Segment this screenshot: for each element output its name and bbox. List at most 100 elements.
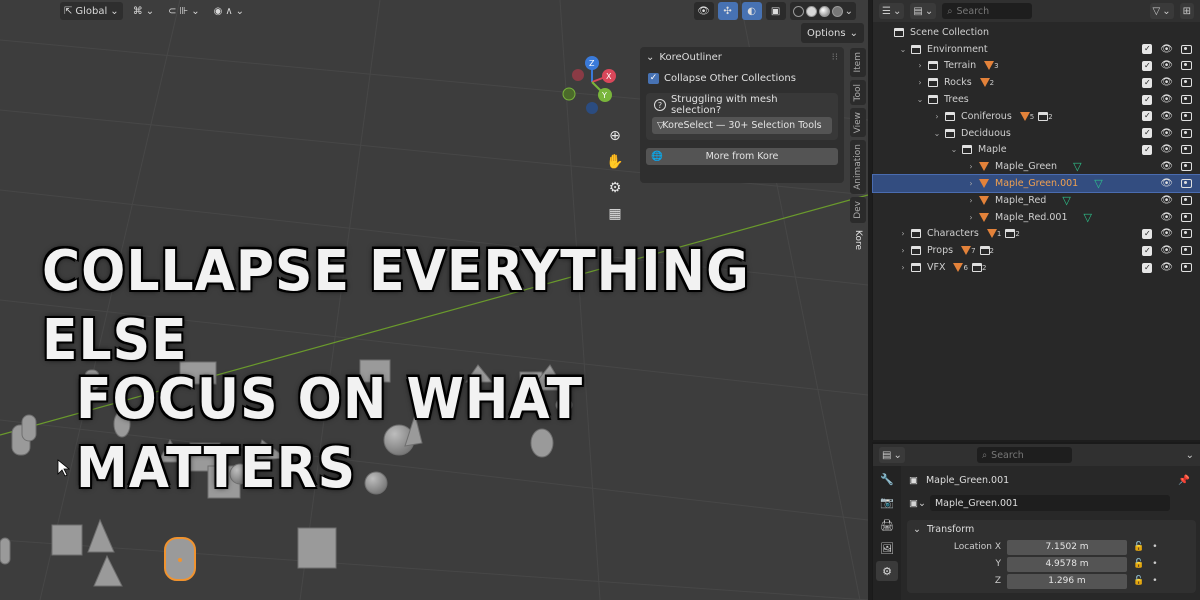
object-name-field[interactable]: Maple_Green.001 bbox=[929, 495, 1170, 511]
grid-icon[interactable]: ▦ bbox=[604, 203, 626, 225]
outliner-object-row[interactable]: › Maple_Red.001 ▽ 👁 bbox=[873, 209, 1200, 226]
outliner-collection-row[interactable]: Scene Collection bbox=[873, 24, 1200, 41]
expand-closed-icon[interactable]: › bbox=[966, 179, 976, 188]
mesh-data-icon[interactable]: ▽ bbox=[1073, 160, 1081, 173]
collapse-other-collections-checkbox[interactable]: ✓ Collapse Other Collections bbox=[640, 67, 844, 89]
eye-icon[interactable]: 👁 bbox=[1160, 77, 1173, 88]
koreselect-button[interactable]: ▽ KoreSelect — 30+ Selection Tools bbox=[652, 117, 832, 134]
exclude-checkbox[interactable]: ✓ bbox=[1142, 262, 1153, 273]
camera-icon[interactable] bbox=[1181, 162, 1192, 172]
output-icon[interactable]: 🖨 bbox=[876, 515, 898, 535]
mesh-data-icon[interactable]: ▽ bbox=[1062, 194, 1070, 207]
editor-type-dropdown[interactable]: ▤ ⌄ bbox=[879, 447, 905, 463]
eye-icon[interactable]: 👁 bbox=[1160, 161, 1173, 172]
eye-icon[interactable]: 👁 bbox=[1160, 128, 1173, 139]
camera-icon[interactable] bbox=[1181, 246, 1192, 256]
expand-closed-icon[interactable]: › bbox=[898, 246, 908, 255]
overlays-toggle[interactable]: ◐ bbox=[741, 2, 762, 20]
transform-panel-header[interactable]: ⌄ Transform bbox=[907, 520, 1196, 538]
camera-icon[interactable] bbox=[1181, 195, 1192, 205]
tab-animation[interactable]: Animation bbox=[850, 140, 866, 195]
mesh-data-icon[interactable]: ▽ bbox=[1094, 177, 1102, 190]
rendered-shading-icon[interactable] bbox=[831, 5, 843, 17]
eye-icon[interactable]: 👁 bbox=[1160, 94, 1173, 105]
expand-closed-icon[interactable]: › bbox=[898, 263, 908, 272]
expand-open-icon[interactable]: ⌄ bbox=[915, 95, 925, 104]
unlock-icon[interactable]: 🔓 bbox=[1133, 559, 1144, 569]
collection-count-badge[interactable]: 2 bbox=[979, 246, 994, 256]
outliner-collection-row[interactable]: › Coniferous 5 2 ✓ 👁 bbox=[873, 108, 1200, 125]
keyframe-dot-icon[interactable]: • bbox=[1152, 542, 1157, 552]
collection-count-badge[interactable]: 2 bbox=[971, 263, 986, 273]
eye-icon[interactable]: 👁 bbox=[1160, 262, 1173, 273]
eye-icon[interactable]: 👁 bbox=[1160, 178, 1173, 189]
zoom-icon[interactable]: ⊕ bbox=[604, 125, 626, 147]
unlock-icon[interactable]: 🔓 bbox=[1133, 576, 1144, 586]
camera-icon[interactable]: ⚙ bbox=[604, 177, 626, 199]
outliner-collection-row[interactable]: › Characters 1 2 ✓ 👁 bbox=[873, 226, 1200, 243]
snap-toggle[interactable]: ⊂ ⊪ ⌄ bbox=[164, 2, 204, 20]
tab-kore[interactable]: Kore bbox=[850, 226, 866, 255]
scene-icon[interactable]: ⚙ bbox=[876, 561, 898, 581]
pivot-point-dropdown[interactable]: ⌘ ⌄ bbox=[129, 2, 158, 20]
exclude-checkbox[interactable]: ✓ bbox=[1142, 128, 1153, 139]
mesh-count-badge[interactable]: 3 bbox=[984, 61, 999, 71]
expand-open-icon[interactable]: ⌄ bbox=[898, 45, 908, 54]
mesh-count-badge[interactable]: 2 bbox=[979, 78, 994, 88]
tab-dev[interactable]: Dev bbox=[850, 197, 866, 224]
xray-toggle[interactable]: ▣ bbox=[765, 2, 786, 20]
3d-viewport[interactable]: Z X Y ⇱ Global ⌄ ⌘ ⌄ ⊂ ⊪ ⌄ ◉ ∧ ⌄ 👁 ✣ ◐ ▣ ⌄ bbox=[0, 0, 868, 600]
outliner-object-row[interactable]: › Maple_Red ▽ 👁 bbox=[873, 192, 1200, 209]
exclude-checkbox[interactable]: ✓ bbox=[1142, 228, 1153, 239]
camera-icon[interactable] bbox=[1181, 111, 1192, 121]
exclude-checkbox[interactable]: ✓ bbox=[1142, 111, 1153, 122]
pin-icon[interactable]: 📌 bbox=[1178, 475, 1190, 486]
expand-closed-icon[interactable]: › bbox=[932, 112, 942, 121]
material-shading-icon[interactable] bbox=[818, 5, 830, 17]
outliner-collection-row[interactable]: ⌄ Environment ✓ 👁 bbox=[873, 41, 1200, 58]
tab-view[interactable]: View bbox=[850, 107, 866, 138]
outliner-collection-row[interactable]: › Rocks 2 ✓ 👁 bbox=[873, 74, 1200, 91]
expand-open-icon[interactable]: ⌄ bbox=[949, 145, 959, 154]
drag-handle-icon[interactable]: ⁝⁝ bbox=[832, 52, 838, 63]
render-icon[interactable]: 📷 bbox=[876, 492, 898, 512]
filter-dropdown[interactable]: ▽ ⌄ bbox=[1149, 3, 1174, 19]
camera-icon[interactable] bbox=[1181, 61, 1192, 71]
outliner-search-input[interactable]: ⌕ Search bbox=[942, 3, 1033, 19]
expand-closed-icon[interactable]: › bbox=[966, 196, 976, 205]
exclude-checkbox[interactable]: ✓ bbox=[1142, 60, 1153, 71]
unlock-icon[interactable]: 🔓 bbox=[1133, 542, 1144, 552]
expand-closed-icon[interactable]: › bbox=[898, 229, 908, 238]
outliner-collection-row[interactable]: ⌄ Maple ✓ 👁 bbox=[873, 142, 1200, 159]
exclude-checkbox[interactable]: ✓ bbox=[1142, 94, 1153, 105]
eye-icon[interactable]: 👁 bbox=[1160, 245, 1173, 256]
mesh-count-badge[interactable]: 6 bbox=[953, 263, 968, 273]
chevron-down-icon[interactable]: ⌄ bbox=[1186, 450, 1194, 461]
mesh-count-badge[interactable]: 1 bbox=[986, 229, 1001, 239]
outliner-collection-row[interactable]: › Terrain 3 ✓ 👁 bbox=[873, 58, 1200, 75]
collection-count-badge[interactable]: 2 bbox=[1005, 229, 1020, 239]
visibility-dropdown[interactable]: 👁 bbox=[693, 2, 714, 20]
view-layer-icon[interactable]: 🖼 bbox=[876, 538, 898, 558]
tab-item[interactable]: Item bbox=[850, 48, 866, 77]
editor-type-dropdown[interactable]: ☰ ⌄ bbox=[879, 3, 905, 19]
camera-icon[interactable] bbox=[1181, 263, 1192, 273]
camera-icon[interactable] bbox=[1181, 229, 1192, 239]
eye-icon[interactable]: 👁 bbox=[1160, 228, 1173, 239]
expand-closed-icon[interactable]: › bbox=[915, 78, 925, 87]
eye-icon[interactable]: 👁 bbox=[1160, 60, 1173, 71]
display-mode-dropdown[interactable]: ▤ ⌄ bbox=[910, 3, 937, 19]
exclude-checkbox[interactable]: ✓ bbox=[1142, 144, 1153, 155]
outliner-collection-row[interactable]: › Props 7 2 ✓ 👁 bbox=[873, 242, 1200, 259]
new-collection-button[interactable]: ⊞ bbox=[1179, 3, 1194, 19]
collection-count-badge[interactable]: 2 bbox=[1038, 111, 1053, 121]
outliner-collection-row[interactable]: › VFX 6 2 ✓ 👁 bbox=[873, 259, 1200, 276]
expand-closed-icon[interactable]: › bbox=[966, 162, 976, 171]
keyframe-dot-icon[interactable]: • bbox=[1152, 576, 1157, 586]
transform-orientation-dropdown[interactable]: ⇱ Global ⌄ bbox=[60, 2, 123, 20]
exclude-checkbox[interactable]: ✓ bbox=[1142, 245, 1153, 256]
location-value-field[interactable]: 1.296 m bbox=[1007, 573, 1127, 589]
proportional-edit-toggle[interactable]: ◉ ∧ ⌄ bbox=[210, 2, 248, 20]
exclude-checkbox[interactable]: ✓ bbox=[1142, 77, 1153, 88]
object-type-dropdown-icon[interactable]: ▣⌄ bbox=[909, 498, 926, 509]
